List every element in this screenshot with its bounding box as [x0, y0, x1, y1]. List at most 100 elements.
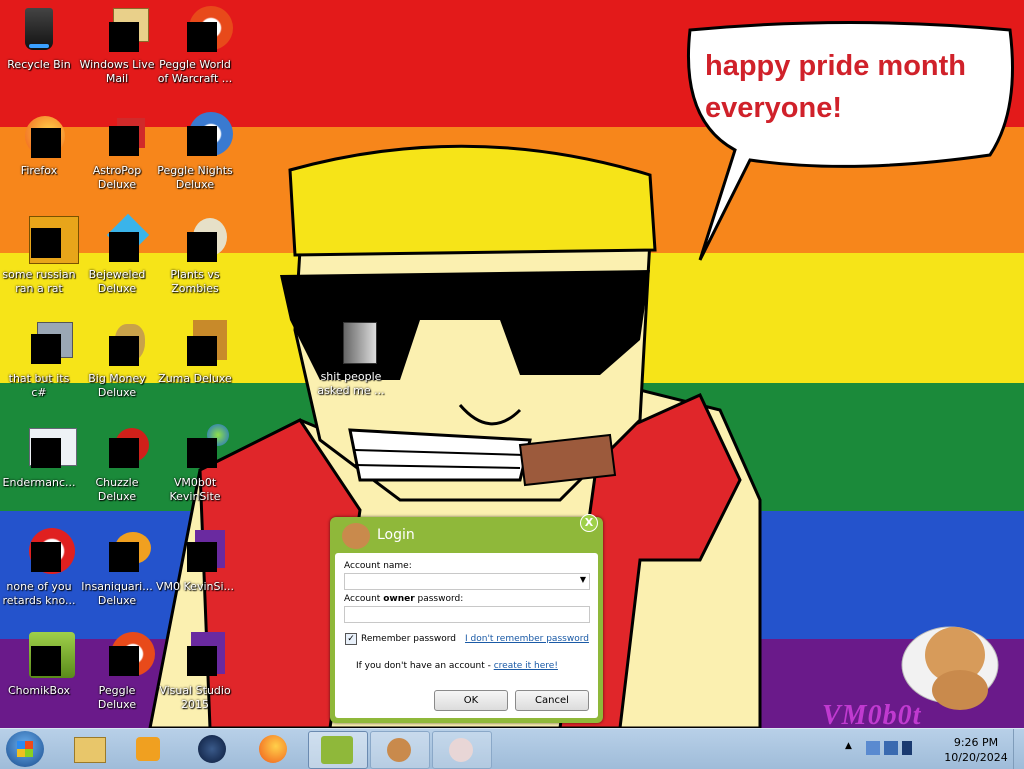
speech-bubble-text: happy pride month everyone!: [705, 50, 966, 124]
desktop-icon-zuma-deluxe[interactable]: Zuma Deluxe: [156, 320, 234, 386]
desktop-icon-label: Chuzzle Deluxe: [95, 476, 139, 503]
desktop-icon-shit-people-asked-me[interactable]: shit people asked me ...: [312, 318, 390, 398]
desktop-icon-label: Plants vs Zombies: [170, 268, 220, 295]
peggle-icon: [93, 632, 155, 680]
login-form: Account name: ▼ Account owner password: …: [335, 553, 598, 718]
astropop-icon: [93, 112, 145, 160]
start-button[interactable]: [6, 731, 44, 767]
clock-time: 9:26 PM: [953, 736, 999, 749]
desktop-icon-label: Peggle World of Warcraft ...: [157, 58, 233, 85]
money-bag-icon: [93, 320, 145, 368]
desktop-icon-label: none of you retards kno...: [2, 580, 76, 607]
volume-icon[interactable]: [902, 741, 912, 755]
plant-icon: [171, 216, 227, 264]
desktop-icon-peggle-world-of-warcraft[interactable]: Peggle World of Warcraft ...: [156, 6, 234, 86]
visual-studio-icon: [171, 528, 225, 576]
desktop-icon-endermanch[interactable]: Endermanc...: [0, 424, 78, 490]
desktop-icon-bejeweled-deluxe[interactable]: Bejeweled Deluxe: [78, 213, 156, 296]
no-account-text: If you don't have an account - create it…: [356, 661, 558, 671]
windows-logo-icon: [17, 741, 33, 757]
account-name-label: Account name:: [344, 561, 412, 571]
wallpaper-signature: VM0b0t: [822, 700, 922, 728]
document-icon: [15, 216, 79, 264]
zuma-icon: [171, 320, 227, 368]
desktop-icon-label: Firefox: [20, 164, 58, 177]
taskbar-clock[interactable]: 9:26 PM 10/20/2024: [936, 735, 1016, 765]
create-account-link[interactable]: create it here!: [494, 661, 558, 671]
desktop-icon-that-but-its-csharp[interactable]: that but its c#: [0, 320, 78, 400]
network-icon[interactable]: [866, 741, 880, 755]
monitor-icon[interactable]: [884, 741, 898, 755]
window-icon: [15, 424, 77, 472]
desktop-icon-label: VM0 KevinSi...: [156, 580, 235, 593]
desktop-icon-label: ChomikBox: [8, 684, 70, 697]
show-desktop-button[interactable]: [1013, 729, 1024, 769]
password-field[interactable]: [344, 606, 590, 623]
gem-icon: [93, 213, 150, 264]
clock-date: 10/20/2024: [944, 751, 1008, 764]
desktop-icon-firefox[interactable]: Firefox: [0, 112, 78, 178]
desktop-icon-peggle-deluxe[interactable]: Peggle Deluxe: [78, 632, 156, 712]
taskbar-chomikbox-button[interactable]: [308, 731, 368, 769]
desktop-icon-visual-studio-2015[interactable]: Visual Studio 2015: [156, 632, 234, 712]
desktop-icon-peggle-nights-deluxe[interactable]: Peggle Nights Deluxe: [156, 112, 234, 192]
taskbar: ▲ 9:26 PM 10/20/2024: [0, 728, 1024, 769]
remember-password-label: Remember password: [361, 634, 456, 644]
mail-icon: [93, 6, 149, 54]
desktop-icon-label: Bejeweled Deluxe: [88, 268, 146, 295]
desktop-icon-label: Zuma Deluxe: [158, 372, 232, 385]
desktop-icon-astropop-deluxe[interactable]: AstroPop Deluxe: [78, 112, 156, 192]
visual-studio-icon: [171, 632, 225, 680]
desktop-icon-plants-vs-zombies[interactable]: Plants vs Zombies: [156, 216, 234, 296]
desktop-icon-chuzzle-deluxe[interactable]: Chuzzle Deluxe: [78, 424, 156, 504]
firefox-icon: [259, 735, 287, 763]
forgot-password-link[interactable]: I don't remember password: [465, 634, 589, 644]
login-dialog: Login X Account name: ▼ Account owner pa…: [330, 514, 603, 723]
desktop-icon-recycle-bin[interactable]: Recycle Bin: [0, 6, 78, 72]
desktop-icon-vm0b0t-kevinsite[interactable]: VM0b0t KevinSite: [156, 424, 234, 504]
taskbar-firefox-button[interactable]: [245, 731, 301, 767]
app-icon: [449, 738, 473, 762]
peggle-icon: [171, 6, 233, 54]
login-title: Login: [377, 527, 415, 543]
ok-button[interactable]: OK: [434, 690, 508, 711]
chuzzle-icon: [93, 424, 149, 472]
desktop-icon-insaniquarium-deluxe[interactable]: Insaniquari... Deluxe: [78, 528, 156, 608]
desktop-icon-label: Windows Live Mail: [79, 58, 155, 85]
firefox-icon: [15, 112, 65, 160]
remember-password-checkbox[interactable]: ✓: [345, 633, 357, 645]
globe-icon: [198, 735, 226, 763]
taskbar-browser-button[interactable]: [184, 731, 240, 767]
cancel-button[interactable]: Cancel: [515, 690, 589, 711]
password-label: Account owner password:: [344, 594, 464, 604]
shortcut-icon: [15, 320, 73, 368]
desktop-icon-some-russian-ran-a-rat[interactable]: some russian ran a rat: [0, 216, 79, 296]
desktop-icon-windows-live-mail[interactable]: Windows Live Mail: [78, 6, 156, 86]
desktop-icon-label: Endermanc...: [2, 476, 76, 489]
media-player-icon: [136, 737, 160, 761]
chevron-down-icon: ▼: [579, 575, 586, 584]
opera-icon: [15, 528, 75, 576]
taskbar-app-button[interactable]: [432, 731, 492, 769]
show-hidden-icons-button[interactable]: ▲: [845, 741, 852, 751]
desktop-icon-chomikbox[interactable]: ChomikBox: [0, 632, 78, 698]
desktop-icon-vm0-kevinsite[interactable]: VM0 KevinSi...: [156, 528, 234, 594]
taskbar-media-player-button[interactable]: [120, 731, 176, 767]
desktop-icon-label: AstroPop Deluxe: [92, 164, 142, 191]
desktop-icon-label: VM0b0t KevinSite: [169, 476, 221, 503]
desktop-icon-label: some russian ran a rat: [2, 268, 76, 295]
desktop-icon-big-money-deluxe[interactable]: Big Money Deluxe: [78, 320, 156, 400]
web-shortcut-icon: [171, 424, 229, 472]
taskbar-explorer-button[interactable]: [62, 731, 118, 767]
desktop-icon-label: Big Money Deluxe: [88, 372, 146, 399]
taskbar-hamster-button[interactable]: [370, 731, 430, 769]
close-button[interactable]: X: [580, 514, 598, 532]
desktop-icon-label: Visual Studio 2015: [159, 684, 231, 711]
chomikbox-icon: [321, 736, 353, 764]
desktop-icon-none-of-you[interactable]: none of you retards kno...: [0, 528, 78, 608]
account-name-dropdown[interactable]: ▼: [344, 573, 590, 590]
desktop-icon-label: Peggle Nights Deluxe: [157, 164, 233, 191]
folder-icon: [74, 737, 106, 763]
hamster-icon: [342, 523, 370, 549]
desktop-icon-label: Insaniquari... Deluxe: [81, 580, 153, 607]
